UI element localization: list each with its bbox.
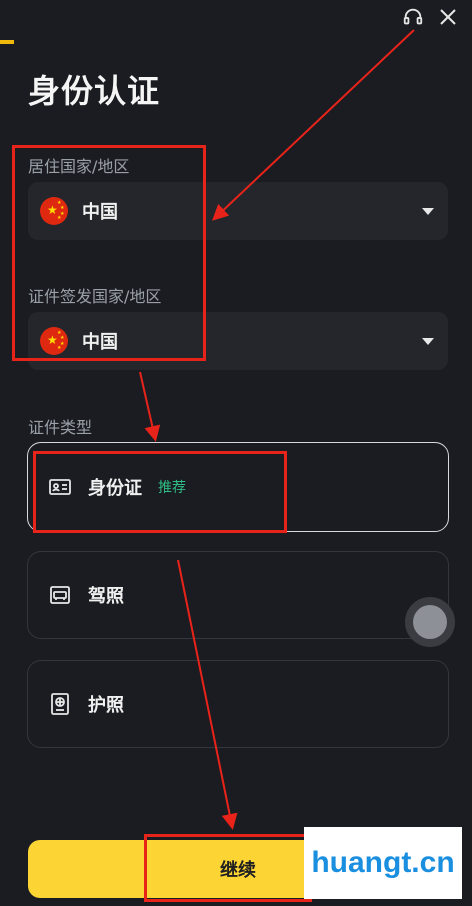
- driver-license-icon: [48, 583, 72, 607]
- passport-option-label: 护照: [88, 695, 124, 716]
- residence-value: 中国: [82, 202, 118, 223]
- arrow-to-id-type: [139, 371, 161, 442]
- id-card-option-label: 身份证: [88, 478, 142, 499]
- floating-assistant-button[interactable]: [405, 597, 455, 647]
- id-type-label: 证件类型: [28, 418, 93, 437]
- watermark: huangt.cn: [304, 827, 462, 899]
- id-card-icon: [48, 475, 72, 499]
- chevron-down-icon: [422, 337, 434, 345]
- issuing-value: 中国: [82, 332, 118, 353]
- chevron-down-icon: [422, 207, 434, 215]
- top-toolbar: [402, 6, 458, 28]
- residence-label: 居住国家/地区: [28, 157, 130, 176]
- china-flag-icon: ★ ★ ★ ★ ★: [40, 327, 68, 355]
- issuing-label: 证件签发国家/地区: [28, 287, 162, 306]
- driver-license-option-label: 驾照: [88, 586, 124, 607]
- china-flag-icon: ★ ★ ★ ★ ★: [40, 197, 68, 225]
- progress-indicator: [0, 40, 14, 44]
- driver-license-option[interactable]: 驾照: [27, 551, 449, 639]
- headset-icon[interactable]: [402, 6, 424, 28]
- residence-select[interactable]: ★ ★ ★ ★ ★ 中国: [28, 182, 448, 240]
- recommended-badge: 推荐: [158, 480, 186, 496]
- page-title: 身份认证: [28, 72, 161, 110]
- id-card-option[interactable]: 身份证 推荐: [27, 442, 449, 532]
- issuing-select[interactable]: ★ ★ ★ ★ ★ 中国: [28, 312, 448, 370]
- close-icon[interactable]: [438, 7, 458, 27]
- passport-icon: [48, 692, 72, 716]
- passport-option[interactable]: 护照: [27, 660, 449, 748]
